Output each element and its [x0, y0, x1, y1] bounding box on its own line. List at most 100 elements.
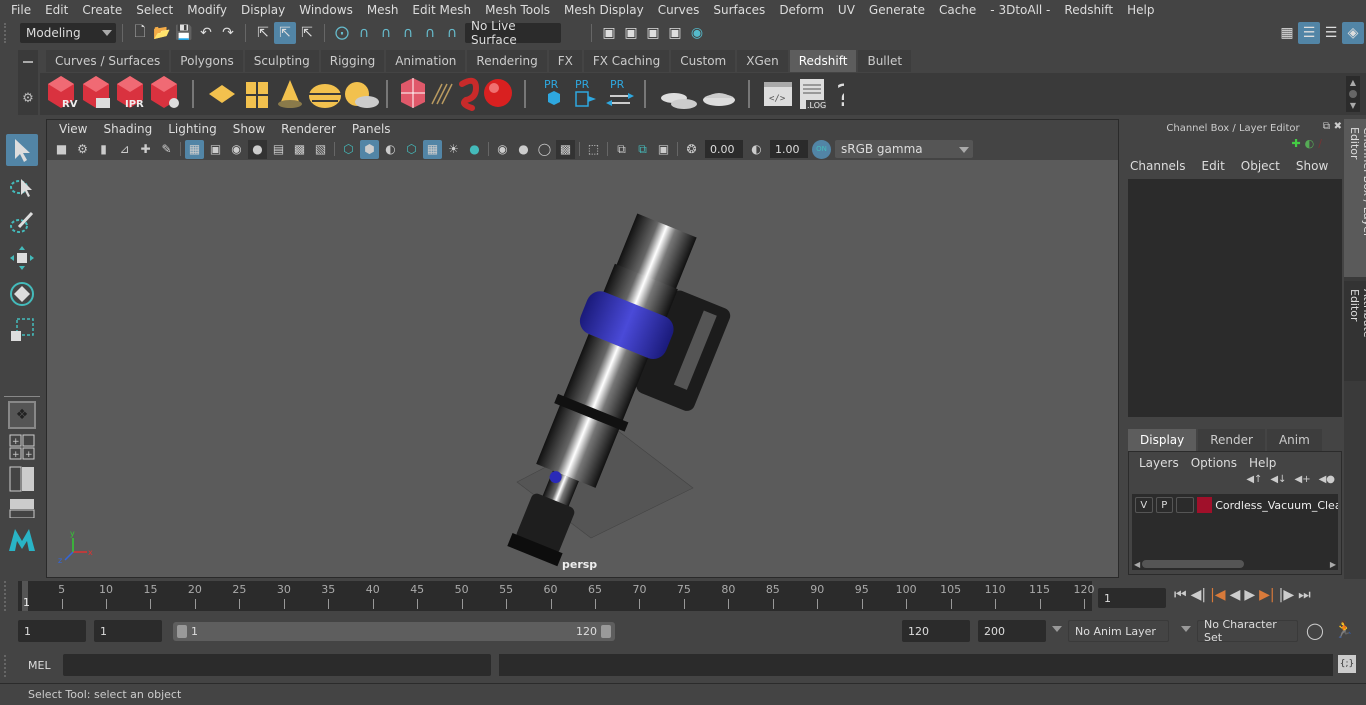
redshift-script-editor-icon[interactable]: </>	[764, 82, 792, 106]
redshift-batch-render-icon[interactable]	[83, 76, 110, 108]
snap-to-grid-icon[interactable]: ⨀	[331, 22, 353, 44]
color-management-toggle-icon[interactable]: ON	[812, 139, 831, 159]
shelf-tab-rendering[interactable]: Rendering	[467, 50, 547, 72]
persp-outliner-layout-icon[interactable]	[6, 465, 38, 493]
redshift-help-icon[interactable]: ?	[836, 79, 844, 114]
layer-display-type-toggle[interactable]	[1176, 497, 1194, 513]
layer-playback-toggle[interactable]: P	[1155, 497, 1174, 513]
redshift-ipr-icon[interactable]: IPR	[117, 76, 144, 110]
move-layer-down-icon[interactable]: ◀↓	[1270, 474, 1286, 494]
image-plane-icon[interactable]: ⊿	[115, 140, 134, 159]
menu-uv[interactable]: UV	[831, 3, 862, 17]
shelf-settings-gear-icon[interactable]: ⚙	[18, 91, 38, 106]
gamma-field[interactable]: 1.00	[770, 140, 808, 158]
menu-select[interactable]: Select	[129, 3, 180, 17]
move-layer-up-icon[interactable]: ◀↑	[1246, 474, 1262, 494]
hypershade-icon[interactable]: ◉	[686, 22, 708, 44]
panel-menu-panels[interactable]: Panels	[344, 122, 399, 136]
redshift-material-ball-icon[interactable]	[484, 79, 512, 107]
layer-visibility-toggle[interactable]: V	[1135, 497, 1153, 513]
menu-help[interactable]: Help	[1120, 3, 1161, 17]
move-tool-icon[interactable]	[6, 242, 38, 274]
2d-pan-zoom-icon[interactable]: ✚	[136, 140, 155, 159]
redshift-sun-sky-icon[interactable]	[345, 82, 379, 108]
textured-icon[interactable]: ▦	[423, 139, 442, 159]
panel-menu-view[interactable]: View	[51, 122, 95, 136]
playback-start-field[interactable]: 1	[94, 620, 162, 642]
slow-icon[interactable]: ∕	[1318, 137, 1322, 155]
tab-attribute-editor[interactable]: Attribute Editor	[1344, 281, 1366, 381]
field-chart-icon[interactable]: ▤	[269, 140, 288, 159]
step-forward-key-icon[interactable]: ▶|	[1259, 587, 1274, 603]
redshift-proxy-icon[interactable]: PR	[544, 78, 560, 105]
shelf-tab-rigging[interactable]: Rigging	[320, 50, 385, 72]
bookmarks-icon[interactable]: ▮	[94, 140, 113, 159]
command-line-drag-handle[interactable]	[4, 655, 8, 677]
xray-active-components-icon[interactable]: ⧉	[633, 140, 652, 159]
redshift-bake-icon[interactable]	[703, 93, 735, 106]
new-scene-icon[interactable]: 🗋	[129, 22, 151, 44]
panel-menu-show[interactable]: Show	[225, 122, 273, 136]
shelf-tab-fx-caching[interactable]: FX Caching	[583, 50, 670, 72]
xray-icon[interactable]: ⧉	[612, 140, 631, 159]
viewport-3d-scene[interactable]: x y z	[47, 160, 1118, 577]
layer-name[interactable]: Cordless_Vacuum_Clea	[1215, 499, 1338, 512]
modeling-toolkit-icon[interactable]: ▦	[1276, 22, 1298, 44]
range-end-handle[interactable]	[601, 625, 611, 638]
gate-mask-icon[interactable]: ●	[248, 139, 267, 159]
tab-channel-box-layer-editor[interactable]: Channel Box / Layer Editor	[1344, 119, 1366, 277]
step-forward-frame-icon[interactable]: |▶	[1279, 587, 1294, 603]
menu-surfaces[interactable]: Surfaces	[706, 3, 772, 17]
script-language-toggle[interactable]: MEL	[28, 659, 51, 672]
menu-curves[interactable]: Curves	[651, 3, 707, 17]
manipulator-axes-icon[interactable]: ✚	[1291, 137, 1300, 155]
menu-mesh-display[interactable]: Mesh Display	[557, 3, 651, 17]
safe-title-icon[interactable]: ▧	[311, 140, 330, 159]
menu-create[interactable]: Create	[75, 3, 129, 17]
redshift-volume-icon[interactable]	[401, 78, 425, 108]
close-panel-icon[interactable]: ✖	[1334, 121, 1342, 132]
toggle-attribute-editor-icon[interactable]: ☰	[1320, 22, 1342, 44]
menu-file[interactable]: File	[4, 3, 38, 17]
step-back-key-icon[interactable]: |◀	[1210, 587, 1225, 603]
layer-list-hscrollbar[interactable]: ◀ ▶	[1132, 558, 1338, 570]
safe-action-icon[interactable]: ▩	[290, 140, 309, 159]
use-all-lights-icon[interactable]: ☀	[444, 140, 463, 159]
float-panel-icon[interactable]: ⧉	[1323, 121, 1330, 132]
animation-preferences-icon[interactable]: 🏃	[1334, 620, 1354, 639]
layer-row[interactable]: V P Cordless_Vacuum_Clea	[1132, 494, 1338, 516]
range-slider-bar[interactable]: 1 120	[173, 622, 615, 641]
time-slider[interactable]: 1 5 10 15 20 25 30 35 40 45 50 55 60 65 70 75 80 85 90 95 1…	[18, 581, 1095, 611]
playback-end-field[interactable]: 120	[902, 620, 970, 642]
open-scene-icon[interactable]: 📂	[151, 22, 173, 44]
anti-aliasing-icon[interactable]: ◯	[535, 140, 554, 159]
channel-box-menu-object[interactable]: Object	[1241, 159, 1288, 173]
menu-mesh[interactable]: Mesh	[360, 3, 406, 17]
film-gate-icon[interactable]: ▣	[206, 140, 225, 159]
shelf-tab-fx[interactable]: FX	[548, 50, 582, 72]
select-by-component-icon[interactable]: ⇱	[296, 22, 318, 44]
use-default-material-icon[interactable]: ◐	[381, 140, 400, 159]
menu-edit[interactable]: Edit	[38, 3, 75, 17]
lasso-tool-icon[interactable]	[6, 170, 38, 202]
redshift-proxy-convert-icon[interactable]: PR	[606, 78, 634, 106]
shelf-tab-redshift[interactable]: Redshift	[789, 50, 857, 72]
panel-menu-lighting[interactable]: Lighting	[160, 122, 225, 136]
anim-layer-chevron-down-icon[interactable]	[1052, 626, 1062, 632]
character-set-chevron-down-icon[interactable]	[1181, 626, 1191, 632]
paint-select-tool-icon[interactable]	[6, 206, 38, 238]
menu-redshift[interactable]: Redshift	[1057, 3, 1120, 17]
redshift-dome-light-icon[interactable]	[309, 84, 341, 108]
redshift-proxy-export-icon[interactable]: PR	[575, 78, 596, 107]
channel-box-menu-show[interactable]: Show	[1296, 159, 1336, 173]
layer-menu-layers[interactable]: Layers	[1133, 456, 1185, 470]
ipr-render-icon[interactable]: ▣	[642, 22, 664, 44]
grid-toggle-icon[interactable]: ▦	[185, 139, 204, 159]
render-settings-icon[interactable]: ▣	[664, 22, 686, 44]
shelf-scroll-handle[interactable]	[1349, 89, 1357, 98]
rotate-tool-icon[interactable]	[6, 278, 38, 310]
smooth-shade-all-icon[interactable]: ⬢	[360, 139, 379, 159]
toggle-channel-box-icon[interactable]: ☰	[1298, 21, 1320, 44]
screen-space-ao-icon[interactable]: ◉	[493, 140, 512, 159]
resolution-gate-icon[interactable]: ◉	[227, 140, 246, 159]
